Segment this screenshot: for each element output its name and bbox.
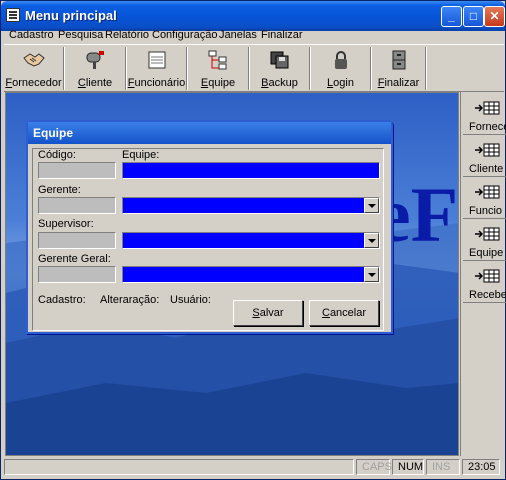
status-ins: INS	[426, 459, 460, 475]
chevron-down-icon[interactable]	[364, 233, 379, 248]
hierarchy-icon	[208, 50, 227, 70]
notepad-icon	[148, 51, 165, 69]
table-arrow-icon	[475, 101, 500, 115]
sidebar-label-receber: Receber	[469, 289, 506, 301]
table-arrow-icon	[475, 143, 500, 157]
menu-cadastro[interactable]: Cadastro	[9, 29, 54, 41]
salvar-button[interactable]: Salvar	[233, 300, 303, 326]
equipe-field[interactable]	[122, 162, 380, 179]
handshake-icon	[22, 53, 45, 67]
menu-configuracao[interactable]: Configuração	[152, 29, 217, 41]
finalizar-label: Finalizar	[377, 77, 420, 89]
supervisor-combo[interactable]	[122, 232, 380, 249]
equipe-label: Equipe	[200, 77, 236, 89]
gerente-geral-label: Gerente Geral:	[38, 253, 111, 265]
funcionario-button[interactable]: Funcionário	[127, 47, 187, 90]
gerente-geral-combo[interactable]	[122, 266, 380, 283]
table-arrow-icon	[475, 269, 500, 283]
backup-button[interactable]: Backup	[250, 47, 310, 90]
usuario-label: Usuário:	[170, 294, 211, 306]
dialog-title[interactable]: Equipe	[28, 122, 391, 144]
alteracao-label: Alteraração:	[100, 294, 160, 306]
sidebar-label-fornecedor: Fornece	[469, 121, 506, 133]
equipe-button[interactable]: Equipe	[188, 47, 249, 90]
status-num: NUM	[392, 459, 424, 475]
sidebar-item-fornecedor[interactable]: Fornece	[463, 95, 506, 135]
sidebar-item-cliente[interactable]: Cliente	[463, 137, 506, 177]
sidebar-item-funcionario[interactable]: Funcio	[463, 179, 506, 219]
chevron-down-icon[interactable]	[364, 267, 379, 282]
sidebar-item-receber[interactable]: Receber	[463, 263, 506, 303]
fornecedor-label: Fornecedor	[5, 77, 62, 89]
menu-janelas[interactable]: Janelas	[219, 29, 257, 41]
title-bar[interactable]: Menu principal _ □ ✕	[1, 1, 505, 31]
table-arrow-icon	[475, 185, 500, 199]
cabinet-icon	[392, 50, 405, 70]
backup-label: Backup	[261, 77, 298, 89]
codigo-field[interactable]	[38, 162, 116, 179]
status-caps: CAPS	[356, 459, 392, 475]
codigo-label: Código:	[38, 149, 76, 161]
status-panel-main	[4, 459, 354, 475]
disks-icon	[270, 51, 288, 69]
toolbar: Fornecedor Cliente Funcionário Equipe Ba…	[4, 44, 504, 92]
status-clock: 23:05	[462, 459, 500, 475]
table-arrow-icon	[475, 227, 500, 241]
equipe-dialog: Equipe Código: Equipe: Gerente: Supervis…	[26, 120, 393, 334]
close-button[interactable]: ✕	[484, 6, 505, 27]
side-bar: Fornece Cliente Funcio Equipe Receber	[460, 92, 506, 456]
funcionario-label: Funcionário	[127, 77, 186, 89]
equipe-label: Equipe:	[122, 149, 160, 161]
padlock-icon	[334, 51, 347, 69]
dialog-panel: Código: Equipe: Gerente: Supervisor: Ger…	[32, 148, 384, 331]
main-window: Menu principal _ □ ✕ Cadastro Pesquisa R…	[0, 0, 506, 480]
cadastro-label: Cadastro:	[38, 294, 86, 306]
gerente-combo[interactable]	[122, 197, 380, 214]
mailbox-icon	[86, 51, 104, 69]
cliente-label: Cliente	[77, 77, 113, 89]
chevron-down-icon[interactable]	[364, 198, 379, 213]
gerente-label: Gerente:	[38, 184, 81, 196]
cliente-button[interactable]: Cliente	[65, 47, 126, 90]
app-menu-icon[interactable]	[6, 8, 20, 22]
cancelar-button[interactable]: Cancelar	[309, 300, 379, 326]
menu-relatorio[interactable]: Relatório	[105, 29, 149, 41]
finalizar-button[interactable]: Finalizar	[372, 47, 426, 90]
supervisor-label: Supervisor:	[38, 218, 94, 230]
gerente-code-field[interactable]	[38, 197, 116, 214]
sidebar-item-equipe[interactable]: Equipe	[463, 221, 506, 261]
fornecedor-button[interactable]: Fornecedor	[4, 47, 64, 90]
menu-pesquisa[interactable]: Pesquisa	[58, 29, 103, 41]
login-label: Login	[327, 77, 354, 89]
login-button[interactable]: Login	[311, 47, 371, 90]
sidebar-label-funcionario: Funcio	[469, 205, 503, 217]
maximize-button[interactable]: □	[463, 6, 484, 27]
gerente-geral-code-field[interactable]	[38, 266, 116, 283]
sidebar-label-equipe: Equipe	[469, 247, 504, 259]
status-bar: CAPS NUM INS 23:05	[4, 457, 504, 477]
minimize-button[interactable]: _	[441, 6, 462, 27]
sidebar-label-cliente: Cliente	[469, 163, 504, 175]
menu-bar: Cadastro Pesquisa Relatório Configuração…	[4, 29, 504, 43]
menu-finalizar[interactable]: Finalizar	[261, 29, 303, 41]
supervisor-code-field[interactable]	[38, 232, 116, 249]
window-title: Menu principal	[25, 8, 117, 23]
